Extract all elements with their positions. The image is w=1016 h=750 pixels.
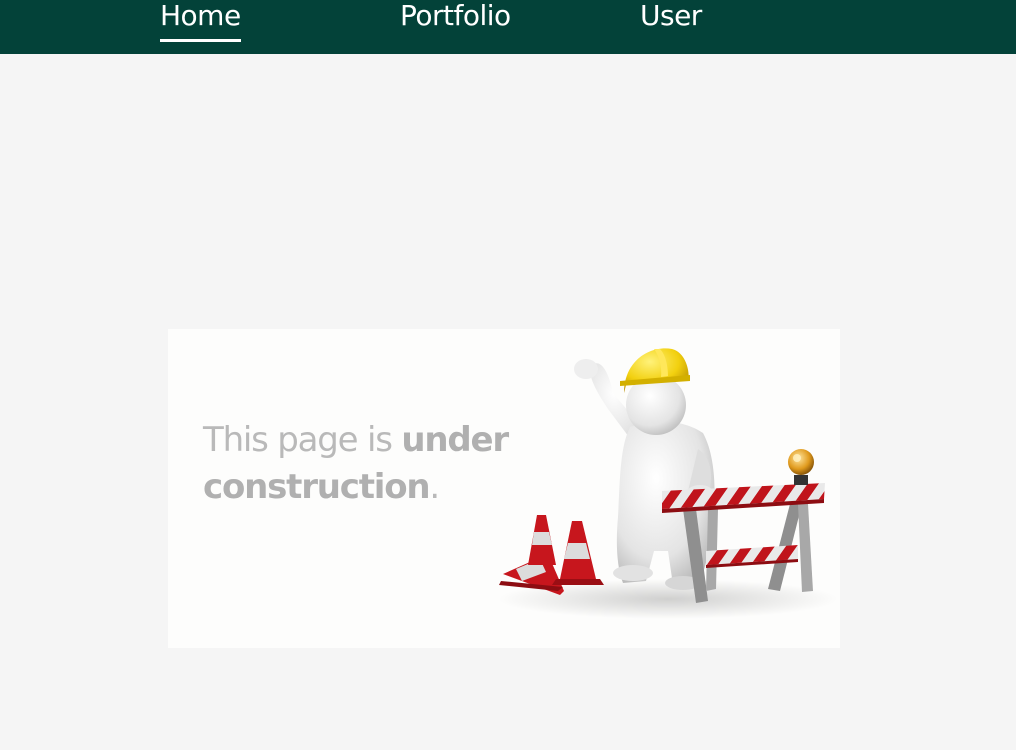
nav-item-user-label: User bbox=[640, 0, 702, 32]
worker-waving-illustration bbox=[498, 348, 838, 619]
top-navbar: Home Portfolio User bbox=[0, 0, 1016, 54]
nav-item-home-label: Home bbox=[160, 0, 241, 32]
nav-item-portfolio-label: Portfolio bbox=[400, 0, 511, 32]
warning-light-icon bbox=[788, 449, 814, 485]
nav-item-portfolio[interactable]: Portfolio bbox=[400, 0, 511, 54]
nav-item-user[interactable]: User bbox=[640, 0, 702, 54]
traffic-cone-icon bbox=[499, 515, 604, 595]
active-underline bbox=[160, 39, 241, 42]
under-construction-banner: This page is under construction. bbox=[168, 329, 840, 648]
nav-item-home[interactable]: Home bbox=[160, 0, 241, 54]
